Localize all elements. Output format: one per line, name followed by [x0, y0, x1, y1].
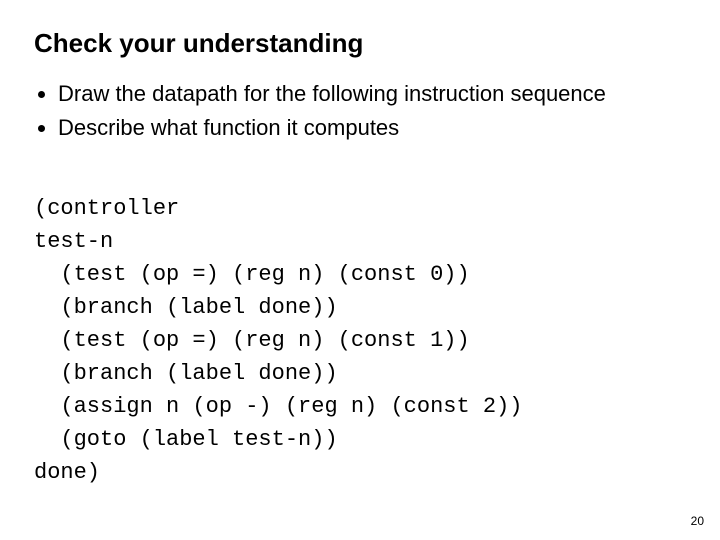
- code-line: (controller: [34, 196, 179, 221]
- slide: Check your understanding Draw the datapa…: [0, 0, 720, 540]
- code-line: (assign n (op -) (reg n) (const 2)): [34, 394, 522, 419]
- code-line: (test (op =) (reg n) (const 0)): [34, 262, 470, 287]
- page-number: 20: [691, 514, 704, 528]
- code-line: done): [34, 460, 100, 485]
- code-line: (test (op =) (reg n) (const 1)): [34, 328, 470, 353]
- code-line: (branch (label done)): [34, 361, 338, 386]
- bullet-list: Draw the datapath for the following inst…: [34, 79, 686, 142]
- code-line: (goto (label test-n)): [34, 427, 338, 452]
- bullet-item: Draw the datapath for the following inst…: [58, 79, 686, 109]
- code-block: (controller test-n (test (op =) (reg n) …: [34, 159, 686, 489]
- code-line: test-n: [34, 229, 113, 254]
- bullet-item: Describe what function it computes: [58, 113, 686, 143]
- code-line: (branch (label done)): [34, 295, 338, 320]
- slide-title: Check your understanding: [34, 28, 686, 59]
